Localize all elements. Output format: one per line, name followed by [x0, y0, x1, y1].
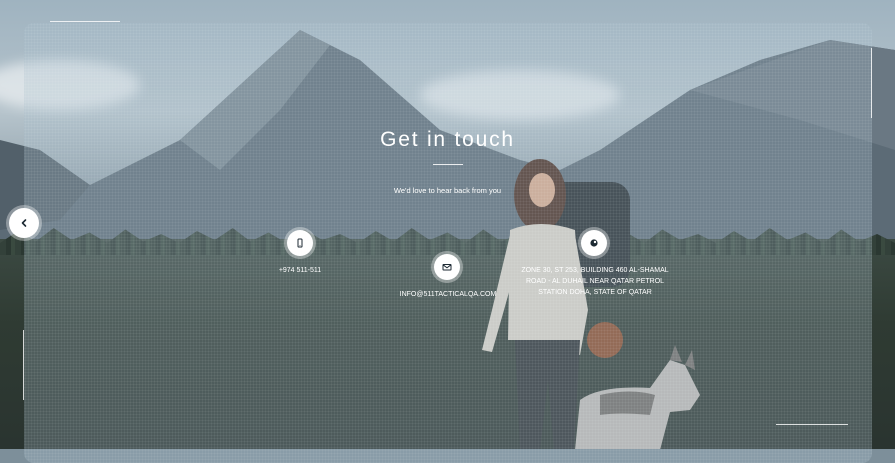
chevron-left-icon: [21, 219, 27, 227]
title-divider: [433, 164, 463, 165]
phone-number[interactable]: +974 511-511: [260, 265, 340, 276]
decorative-line: [50, 21, 120, 22]
phone-icon[interactable]: [287, 230, 313, 256]
decorative-line: [776, 424, 848, 425]
decorative-line: [871, 48, 872, 118]
email-address[interactable]: INFO@511TACTICALQA.COM: [388, 289, 508, 300]
address-text: ZONE 30, ST 253, BUILDING 460 AL-SHAMAL …: [521, 267, 669, 296]
back-button[interactable]: [9, 208, 39, 238]
page-subtitle: We'd love to hear back from you: [393, 186, 502, 195]
page-title: Get in touch: [380, 128, 515, 151]
decorative-line: [23, 330, 24, 400]
envelope-icon[interactable]: [434, 254, 460, 280]
map-pin-icon[interactable]: [581, 230, 607, 256]
contact-card-overlay: [24, 23, 872, 463]
